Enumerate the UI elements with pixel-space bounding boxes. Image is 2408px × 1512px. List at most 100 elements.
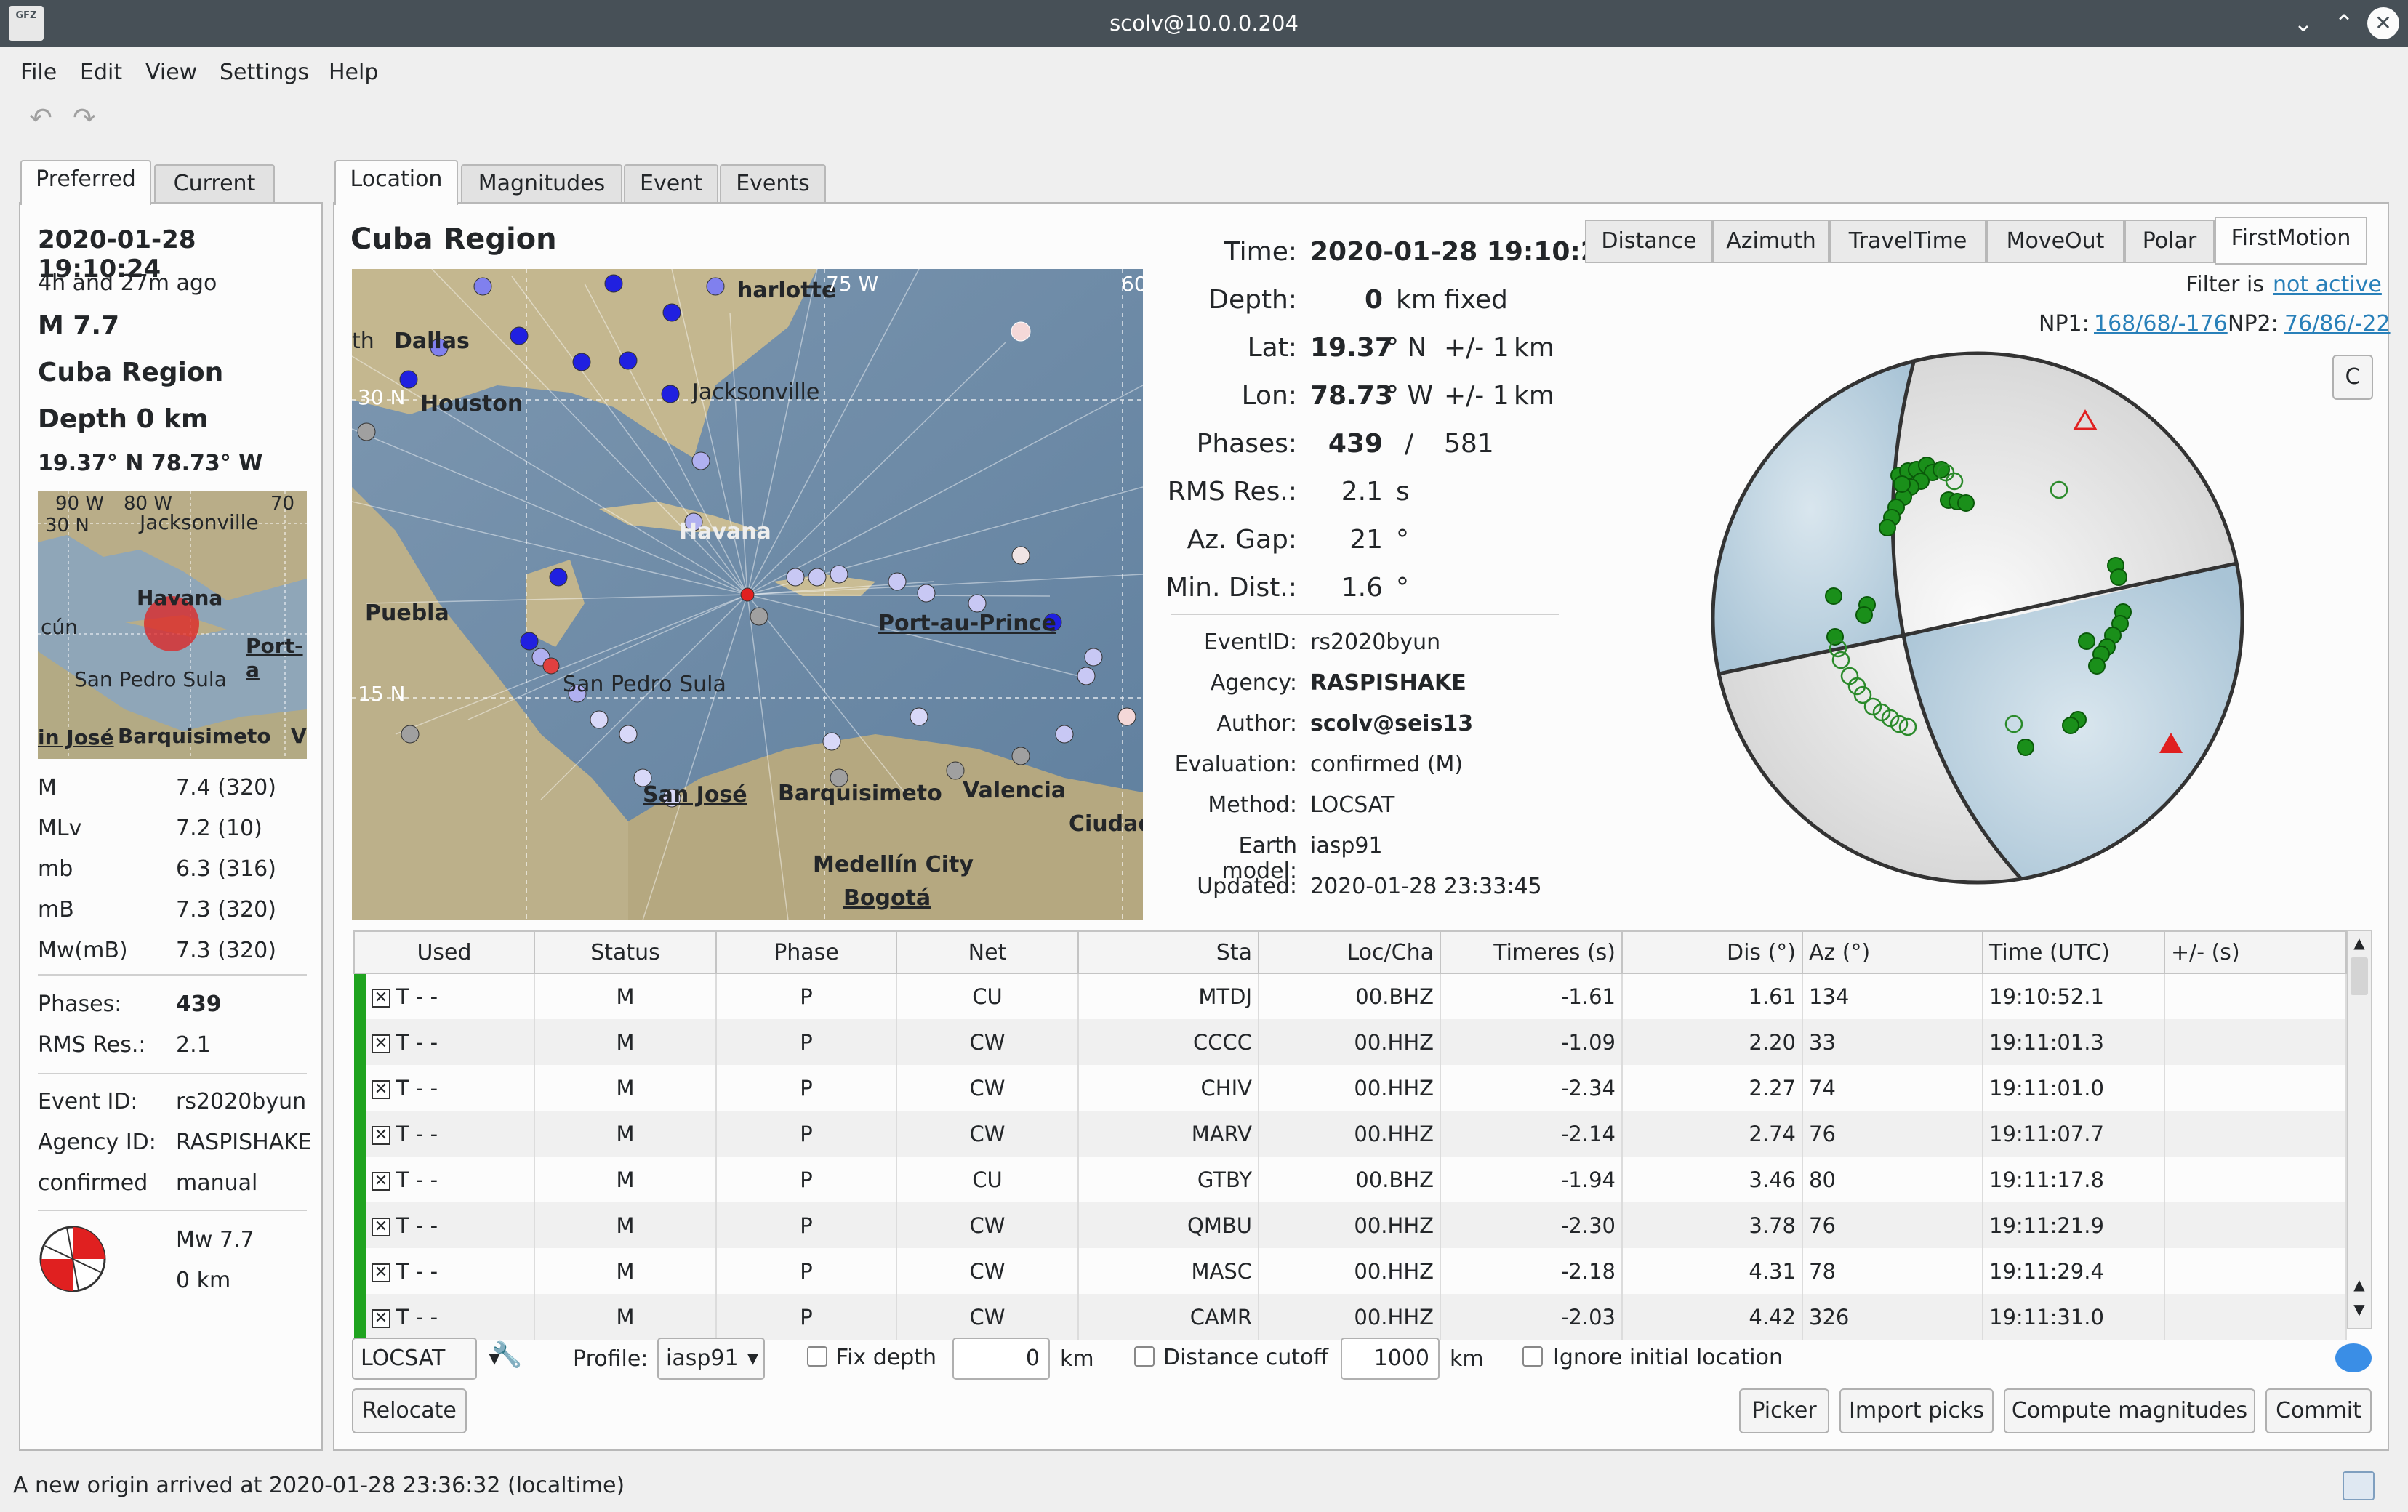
scroll-down-icon[interactable]: ▼: [2349, 1300, 2369, 1322]
compute-magnitudes-button[interactable]: Compute magnitudes: [2004, 1388, 2255, 1433]
relocate-button[interactable]: Relocate: [352, 1388, 467, 1433]
tab-current[interactable]: Current: [154, 164, 275, 205]
used-checkbox[interactable]: ✕: [372, 1308, 390, 1328]
cell-net: CW: [896, 1065, 1079, 1111]
cell-dis: 2.27: [1622, 1065, 1803, 1111]
col-error[interactable]: +/- (s): [2164, 930, 2347, 974]
table-row[interactable]: ✕ T - - M P CW MASC 00.HHZ -2.18 4.31 78 19:11:29.…: [354, 1248, 2347, 1294]
maximize-icon[interactable]: ⌃: [2328, 7, 2360, 39]
c-button[interactable]: C: [2332, 355, 2373, 400]
cell-used[interactable]: ✕ T - -: [354, 1202, 535, 1248]
cell-used[interactable]: ✕ T - -: [354, 1019, 535, 1065]
picker-button[interactable]: Picker: [1739, 1388, 1829, 1433]
used-checkbox[interactable]: ✕: [372, 989, 390, 1008]
locator-select[interactable]: LOCSAT ▾: [352, 1338, 500, 1380]
distance-cutoff-checkbox[interactable]: [1134, 1346, 1155, 1367]
cell-used[interactable]: ✕ T - -: [354, 973, 535, 1019]
menu-view[interactable]: View: [145, 60, 197, 85]
cell-used[interactable]: ✕ T - -: [354, 1294, 535, 1340]
station-map[interactable]: harlotte 75 W 60 th Dallas 30 N Houston …: [352, 269, 1143, 920]
mag-value: 6.3 (316): [176, 856, 276, 882]
tab-preferred[interactable]: Preferred: [20, 160, 151, 205]
scroll-up-icon[interactable]: ▲: [2349, 1276, 2369, 1298]
col-dis[interactable]: Dis (°): [1621, 930, 1803, 974]
filter-link[interactable]: not active: [2273, 272, 2382, 297]
tab-magnitudes[interactable]: Magnitudes: [461, 164, 622, 205]
tab-moveout[interactable]: MoveOut: [1986, 220, 2124, 263]
summary-depth: Depth 0 km: [38, 404, 209, 434]
cell-used[interactable]: ✕ T - -: [354, 1248, 535, 1294]
cell-used[interactable]: ✕ T - -: [354, 1157, 535, 1202]
table-row[interactable]: ✕ T - - M P CW CHIV 00.HHZ -2.34 2.27 74 19:11:01.…: [354, 1065, 2347, 1111]
col-net[interactable]: Net: [896, 930, 1079, 974]
used-checkbox[interactable]: ✕: [372, 1171, 390, 1191]
cell-status: M: [534, 1019, 717, 1065]
menu-help[interactable]: Help: [329, 60, 378, 85]
table-row[interactable]: ✕ T - - M P CW CAMR 00.HHZ -2.03 4.42 326 19:11:31…: [354, 1294, 2347, 1340]
map-label-90w: 90 W: [55, 493, 105, 515]
used-checkbox[interactable]: ✕: [372, 1217, 390, 1236]
table-row[interactable]: ✕ T - - M P CU GTBY 00.BHZ -1.94 3.46 80 19:11:17.…: [354, 1157, 2347, 1202]
menu-edit[interactable]: Edit: [80, 60, 122, 85]
table-row[interactable]: ✕ T - - M P CW QMBU 00.HHZ -2.30 3.78 76 19:11:21.…: [354, 1202, 2347, 1248]
fix-depth-input[interactable]: 0: [952, 1338, 1050, 1380]
cell-loccha: 00.HHZ: [1259, 1019, 1441, 1065]
fix-depth-checkbox[interactable]: [807, 1346, 827, 1367]
firstmotion-plot[interactable]: [1701, 342, 2254, 894]
ignore-initial-checkbox[interactable]: [1522, 1346, 1543, 1367]
profile-select[interactable]: iasp91 ▾: [657, 1338, 765, 1380]
used-checkbox[interactable]: ✕: [372, 1034, 390, 1053]
np2-link[interactable]: 76/86/-22: [2284, 311, 2391, 337]
undo-icon[interactable]: ↶: [29, 102, 52, 134]
scroll-up-icon[interactable]: ▲: [2349, 934, 2369, 956]
mindist-unit: °: [1396, 573, 1409, 603]
tab-traveltime[interactable]: TravelTime: [1829, 220, 1986, 263]
map-label-port: Port-a: [246, 634, 303, 682]
tab-firstmotion[interactable]: FirstMotion: [2215, 217, 2367, 265]
table-row[interactable]: ✕ T - - M P CU MTDJ 00.BHZ -1.61 1.61 134 19:10:52…: [354, 973, 2347, 1019]
np1-link[interactable]: 168/68/-176: [2094, 311, 2228, 337]
chat-icon[interactable]: [2335, 1343, 2372, 1372]
cell-az: 78: [1802, 1248, 1983, 1294]
tab-polar[interactable]: Polar: [2124, 220, 2215, 263]
used-flags: T - -: [396, 1304, 438, 1330]
used-checkbox[interactable]: ✕: [372, 1125, 390, 1145]
used-checkbox[interactable]: ✕: [372, 1079, 390, 1099]
minimize-icon[interactable]: ⌄: [2287, 7, 2319, 39]
wrench-icon[interactable]: 🔧: [491, 1340, 522, 1370]
phases-total: 581: [1444, 429, 1494, 459]
col-loccha[interactable]: Loc/Cha: [1258, 930, 1441, 974]
used-checkbox[interactable]: ✕: [372, 1263, 390, 1282]
map-label-cun: cún: [41, 615, 78, 639]
cell-az: 80: [1802, 1157, 1983, 1202]
used-indicator: [354, 1294, 366, 1340]
col-used[interactable]: Used: [353, 930, 535, 974]
commit-button[interactable]: Commit: [2265, 1388, 2372, 1433]
menu-settings[interactable]: Settings: [220, 60, 309, 85]
col-status[interactable]: Status: [534, 930, 717, 974]
col-az[interactable]: Az (°): [1802, 930, 1983, 974]
col-phase[interactable]: Phase: [715, 930, 897, 974]
cell-phase: P: [716, 1111, 897, 1157]
col-sta[interactable]: Sta: [1077, 930, 1259, 974]
menu-file[interactable]: File: [20, 60, 57, 85]
table-row[interactable]: ✕ T - - M P CW MARV 00.HHZ -2.14 2.74 76 19:11:07.…: [354, 1111, 2347, 1157]
tab-distance[interactable]: Distance: [1585, 220, 1713, 263]
close-icon[interactable]: ✕: [2367, 7, 2399, 39]
tab-azimuth[interactable]: Azimuth: [1713, 220, 1829, 263]
cell-used[interactable]: ✕ T - -: [354, 1065, 535, 1111]
notification-icon[interactable]: [2343, 1471, 2375, 1500]
redo-icon[interactable]: ↷: [73, 102, 96, 134]
table-row[interactable]: ✕ T - - M P CW CCCC 00.HHZ -1.09 2.20 33 19:11:01.…: [354, 1019, 2347, 1065]
tab-events[interactable]: Events: [720, 164, 826, 205]
col-timeres[interactable]: Timeres (s): [1440, 930, 1623, 974]
summary-map[interactable]: 90 W 80 W 70 30 N Jacksonville Havana cú…: [38, 491, 307, 759]
table-scrollbar[interactable]: ▲ ▲ ▼: [2347, 930, 2372, 1329]
scroll-thumb[interactable]: [2351, 957, 2368, 995]
tab-location[interactable]: Location: [334, 160, 458, 205]
import-picks-button[interactable]: Import picks: [1839, 1388, 1994, 1433]
cell-used[interactable]: ✕ T - -: [354, 1111, 535, 1157]
col-time[interactable]: Time (UTC): [1982, 930, 2165, 974]
distance-cutoff-input[interactable]: 1000: [1341, 1338, 1440, 1380]
tab-event[interactable]: Event: [624, 164, 718, 205]
